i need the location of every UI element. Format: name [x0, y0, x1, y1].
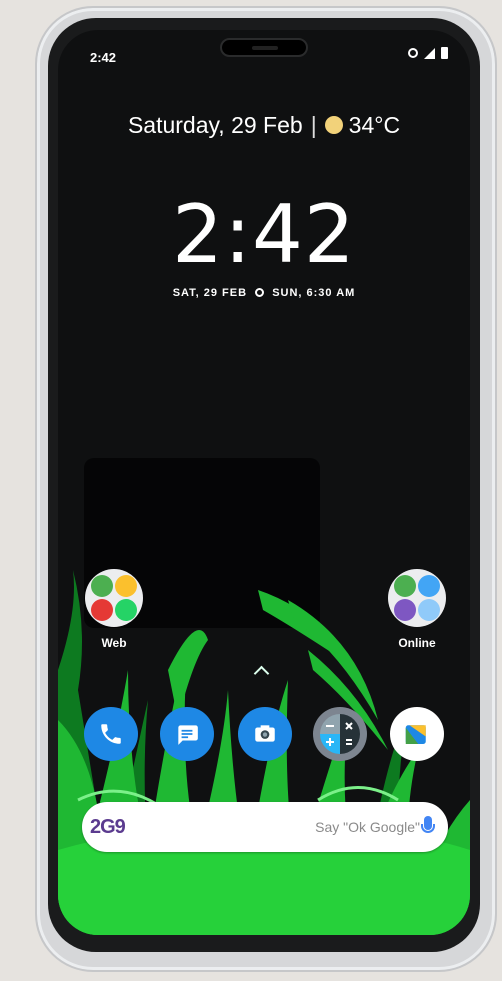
folder-label-web: Web — [101, 636, 127, 650]
calculator-app-button[interactable] — [313, 707, 367, 761]
message-icon — [178, 725, 198, 745]
chrome-icon — [91, 599, 113, 621]
messages-app-button[interactable] — [160, 707, 214, 761]
folder-label-online: Online — [398, 636, 436, 650]
google-search-bar[interactable]: 2G9 Say "Ok Google" — [82, 802, 448, 852]
phonepe-icon — [394, 599, 416, 621]
calculator-icon — [320, 714, 360, 754]
files-icon — [405, 725, 426, 744]
drive-icon — [115, 575, 137, 597]
clock-subline: SAT, 29 FEB SUN, 6:30 AM — [58, 287, 470, 299]
folder-web[interactable] — [85, 569, 143, 627]
clock-date: SAT, 29 FEB — [172, 287, 248, 299]
alarm-icon — [255, 287, 265, 297]
whatsapp-icon — [115, 599, 137, 621]
folder-online[interactable] — [388, 569, 446, 627]
alarm-icon — [408, 48, 418, 58]
signal-icon — [424, 47, 435, 59]
phone-app-button[interactable] — [84, 707, 138, 761]
camera-app-button[interactable] — [238, 707, 292, 761]
paytm-icon — [418, 599, 440, 621]
sun-cloud-icon — [324, 115, 343, 134]
battery-icon — [441, 47, 448, 59]
home-screen: 2:42 Saturday, 29 Feb | 34°C 2:42 SAT, 29 … — [58, 30, 470, 935]
date-weather-widget[interactable]: Saturday, 29 Feb | 34°C — [58, 112, 470, 139]
next-alarm: SUN, 6:30 AM — [272, 287, 356, 299]
camera-notch — [220, 38, 308, 57]
search-placeholder: Say "Ok Google" — [315, 819, 420, 835]
status-icons — [408, 47, 448, 59]
site-logo-text: 2G9 — [90, 815, 126, 838]
header-separator: | — [310, 112, 317, 138]
header-date: Saturday, 29 Feb — [127, 112, 303, 138]
header-temperature: 34°C — [348, 112, 401, 138]
play-store-icon — [91, 575, 113, 597]
clock-time[interactable]: 2:42 — [58, 188, 470, 281]
play-icon — [394, 575, 416, 597]
mic-icon[interactable] — [421, 816, 435, 833]
camera-icon — [255, 725, 275, 742]
pay-icon — [418, 575, 440, 597]
status-bar-time: 2:42 — [90, 50, 117, 65]
files-app-button[interactable] — [390, 707, 444, 761]
phone-icon — [101, 724, 121, 744]
